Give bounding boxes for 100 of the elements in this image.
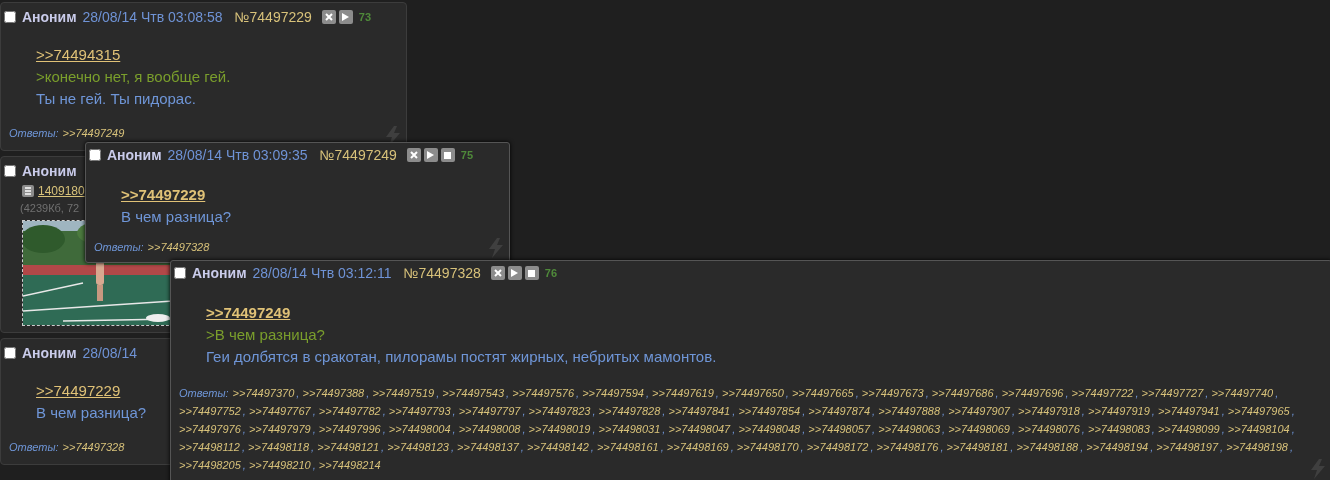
reply-separator: , [242,459,246,471]
select-checkbox[interactable] [4,347,16,359]
reply-link[interactable]: >>74497576 [512,384,576,402]
reply-separator: , [732,405,736,417]
reply-link[interactable]: >>74497793 [388,402,453,420]
reply-separator: , [590,441,594,453]
reply-separator: , [1081,405,1085,417]
reply-link[interactable]: >>74498112 [179,438,242,456]
reply-link[interactable]: >>74497888 [878,402,942,420]
reply-link[interactable]: >>74497686 [931,384,996,402]
reply-link[interactable]: >>74498169 [666,438,731,456]
post-number[interactable]: №74497249 [319,146,397,164]
reply-separator: , [802,405,806,417]
reply-link[interactable]: >>74498161 [596,438,661,456]
stop-button[interactable] [524,266,539,280]
file-link[interactable]: 1409180 [38,182,85,200]
reply-link[interactable]: >>74497249 [62,124,127,142]
reply-separator: , [436,387,440,399]
reply-link[interactable]: >>74498076 [1018,420,1082,438]
reply-link[interactable]: >>74497976 [179,420,243,438]
select-checkbox[interactable] [4,11,16,23]
reply-link[interactable]: >>74498172 [806,438,871,456]
hide-button[interactable] [406,148,421,162]
hide-button[interactable] [490,266,505,280]
reply-separator: , [1150,441,1154,453]
quote-link[interactable]: >>74497229 [121,186,206,203]
reply-link[interactable]: >>74497328 [62,438,127,456]
quote-link[interactable]: >>74494315 [36,46,121,63]
reply-link[interactable]: >>74498069 [948,420,1012,438]
reply-separator: , [645,387,649,399]
select-checkbox[interactable] [4,165,16,177]
play-icon [427,151,435,159]
reply-link[interactable]: >>74498008 [458,420,523,438]
quote-link[interactable]: >>74497229 [36,382,121,399]
reply-link[interactable]: >>74497782 [318,402,383,420]
reply-link[interactable]: >>74498214 [318,456,383,474]
play-button[interactable] [507,266,522,280]
select-checkbox[interactable] [174,267,186,279]
reply-link[interactable]: >>74497696 [1001,384,1066,402]
reply-separator: , [785,387,789,399]
reply-link[interactable]: >>74497919 [1088,402,1152,420]
reply-link[interactable]: >>74498099 [1157,420,1222,438]
post-date: 28/08/14 [82,344,138,362]
play-button[interactable] [423,148,438,162]
reply-link[interactable]: >>74497722 [1071,384,1136,402]
reply-link[interactable]: >>74498083 [1088,420,1152,438]
reply-link[interactable]: >>74497594 [582,384,646,402]
reply-link[interactable]: >>74498210 [248,456,313,474]
reply-link[interactable]: >>74497797 [458,402,523,420]
reply-link[interactable]: >>74497673 [861,384,926,402]
reply-link[interactable]: >>74498004 [388,420,453,438]
reply-link[interactable]: >>74498205 [179,456,243,474]
reply-separator: , [1221,423,1225,435]
close-icon [493,269,502,277]
reply-link[interactable]: >>74497328 [147,238,212,256]
reply-link[interactable]: >>74497965 [1227,402,1292,420]
reply-link[interactable]: >>74497918 [1018,402,1082,420]
reply-separator: , [366,387,370,399]
quoted-text: >конечно нет, я вообще гей. [36,67,231,87]
reply-link[interactable]: >>74497767 [248,402,313,420]
reply-separator: , [1080,441,1084,453]
post-text: В чем разница? [121,207,232,227]
quote-link[interactable]: >>74497249 [206,304,291,321]
reply-link[interactable]: >>74497941 [1157,402,1222,420]
reply-link[interactable]: >>74497619 [652,384,716,402]
reply-link[interactable]: >>74497650 [722,384,786,402]
reply-link[interactable]: >>74498176 [876,438,941,456]
reply-link[interactable]: >>74498198 [1226,438,1290,456]
reply-link[interactable]: >>74498170 [736,438,801,456]
reply-separator: , [1081,423,1085,435]
post-count: 73 [358,10,372,25]
reply-link[interactable]: >>74497996 [318,420,383,438]
reply-link[interactable]: >>74498019 [528,420,593,438]
reply-separator: , [242,405,246,417]
reply-link[interactable]: >>74498104 [1227,420,1292,438]
post-number[interactable]: №74497229 [234,8,312,26]
reply-link[interactable]: >>74498123 [387,438,451,456]
reply-link[interactable]: >>74497979 [248,420,313,438]
reply-separator: , [942,423,946,435]
reply-separator: , [576,387,580,399]
reply-link[interactable]: >>74498121 [317,438,381,456]
poster-name: Аноним [22,162,77,180]
stop-button[interactable] [440,148,455,162]
reply-separator: , [452,423,456,435]
select-checkbox[interactable] [89,149,101,161]
reply-link[interactable]: >>74498142 [527,438,591,456]
reply-separator: , [715,387,719,399]
reply-link[interactable]: >>74497752 [179,402,243,420]
reply-link[interactable]: >>74498063 [878,420,942,438]
play-button[interactable] [338,10,353,24]
reply-link[interactable]: >>74498137 [457,438,521,456]
reply-link[interactable]: >>74497907 [948,402,1012,420]
reply-separator: , [1135,387,1139,399]
reply-link[interactable]: >>74497665 [791,384,856,402]
reply-separator: , [1010,441,1014,453]
reply-link[interactable]: >>74497823 [528,402,593,420]
reply-separator: , [506,387,510,399]
poster-name: Аноним [22,8,77,26]
post-number[interactable]: №74497328 [403,264,481,282]
hide-button[interactable] [321,10,336,24]
